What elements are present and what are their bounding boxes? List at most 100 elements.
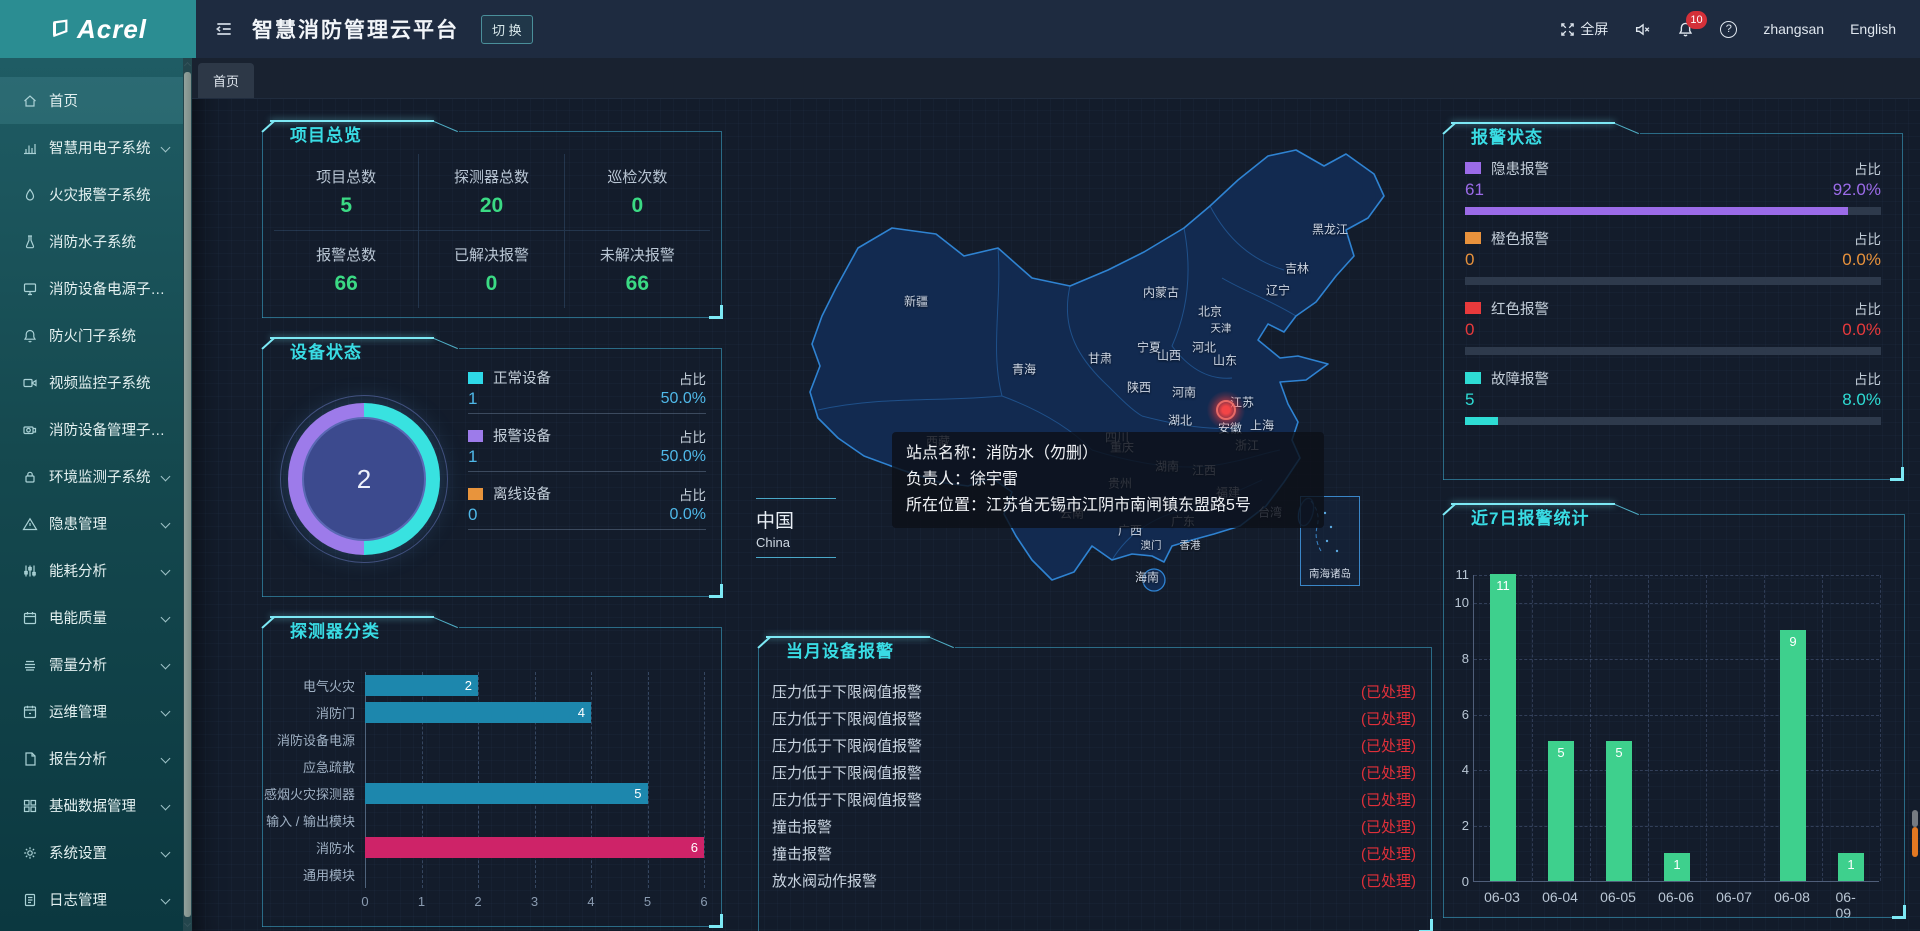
alarm-list-item[interactable]: 撞击报警(已处理) <box>772 813 1416 840</box>
progress-track <box>1465 207 1881 215</box>
panel-frame <box>955 647 1432 648</box>
page-scrollbar-thumb[interactable] <box>1912 810 1918 827</box>
sidebar-item-17[interactable]: 日志管理 <box>0 876 183 923</box>
detector-bar: 6 <box>365 837 704 858</box>
help-button[interactable]: ? <box>1720 21 1737 38</box>
sidebar-item-label: 防火门子系统 <box>49 325 169 346</box>
sidebar-item-13[interactable]: 运维管理 <box>0 688 183 735</box>
sidebar-scrollbar-thumb[interactable] <box>184 72 191 917</box>
notifications-button[interactable]: 10 <box>1677 21 1694 38</box>
detector-bar: 2 <box>365 675 478 696</box>
stat-label: 报警总数 <box>316 244 376 265</box>
ratio-label: 占比 <box>1854 298 1881 318</box>
province-label: 山东 <box>1213 352 1237 369</box>
calendar2-icon <box>22 704 38 720</box>
alarm-status-done: (已处理) <box>1361 735 1416 756</box>
bell-icon <box>22 328 38 344</box>
sea-inset-label: 南海诸岛 <box>1301 566 1359 581</box>
header-main: 智慧消防管理云平台 切 换 全屏 10 ? zhangsan Engli <box>196 0 1920 58</box>
bar-value-label: 1 <box>1673 857 1680 881</box>
panel-frame <box>261 120 275 133</box>
video-icon <box>22 375 38 391</box>
panel-frame <box>1615 504 1639 515</box>
alarm-name: 压力低于下限阀值报警 <box>772 735 922 756</box>
ratio-label: 占比 <box>1854 368 1881 388</box>
sidebar-item-4[interactable]: 消防设备电源子系统 <box>0 265 183 312</box>
sidebar-item-16[interactable]: 系统设置 <box>0 829 183 876</box>
tab-bar: 首页 <box>192 58 1920 99</box>
sidebar-item-8[interactable]: 环境监测子系统 <box>0 453 183 500</box>
gridline <box>1532 575 1533 881</box>
detector-bar: 4 <box>365 702 591 723</box>
sidebar-item-15[interactable]: 基础数据管理 <box>0 782 183 829</box>
sidebar-item-7[interactable]: 消防设备管理子系统 <box>0 406 183 453</box>
alarm-list-item[interactable]: 压力低于下限阀值报警(已处理) <box>772 759 1416 786</box>
legend-value: 0 <box>468 505 477 525</box>
x-tick-label: 6 <box>700 894 707 909</box>
alarm-list-item[interactable]: 压力低于下限阀值报警(已处理) <box>772 705 1416 732</box>
page-scrollbar-marker[interactable] <box>1912 827 1918 857</box>
donut-center-value: 2 <box>302 417 426 541</box>
province-label: 天津 <box>1211 321 1232 336</box>
chevron-down-icon <box>161 895 171 905</box>
mute-button[interactable] <box>1634 21 1651 38</box>
sidebar-item-label: 隐患管理 <box>49 513 158 534</box>
panel-frame <box>459 348 722 349</box>
help-icon: ? <box>1720 21 1737 38</box>
fullscreen-icon <box>1560 22 1575 37</box>
bar-value-label: 6 <box>691 840 704 855</box>
progress-track <box>1465 417 1881 425</box>
status-label: 红色报警 <box>1491 298 1854 319</box>
weekly-bar: 11 <box>1490 574 1516 881</box>
alarm-list-item[interactable]: 压力低于下限阀值报警 (已处理) <box>772 732 1416 759</box>
province-label: 陕西 <box>1127 379 1151 396</box>
sidebar-item-3[interactable]: 消防水子系统 <box>0 218 183 265</box>
tooltip-owner: 负责人：徐宇雷 <box>906 467 1310 493</box>
legend-line: 正常设备占比 <box>468 367 706 388</box>
main-content: 首页 项目总览 项目总数5探测器总数20巡检次数0报警总数66已解决报警0未解决… <box>192 58 1920 931</box>
flask-icon <box>22 234 38 250</box>
brand-logo[interactable]: Acrel <box>0 0 196 58</box>
province-label: 新疆 <box>904 293 928 310</box>
sidebar-item-1[interactable]: 智慧用电子系统 <box>0 124 183 171</box>
alarm-list-item[interactable]: 压力低于下限阀值报警(已处理) <box>772 678 1416 705</box>
tab-home[interactable]: 首页 <box>198 63 254 98</box>
sidebar-item-10[interactable]: 能耗分析 <box>0 547 183 594</box>
panel-frame <box>1902 134 1903 480</box>
collapse-menu-icon[interactable] <box>214 19 234 39</box>
sidebar-item-9[interactable]: 隐患管理 <box>0 500 183 547</box>
gridline <box>704 672 705 888</box>
panel-frame <box>434 121 458 132</box>
panel-title: 探测器分类 <box>290 617 380 642</box>
legend-label: 正常设备 <box>493 367 679 388</box>
alarm-status-done: (已处理) <box>1361 870 1416 891</box>
username[interactable]: zhangsan <box>1763 21 1824 37</box>
switch-button[interactable]: 切 换 <box>481 15 533 44</box>
chart-icon <box>22 140 38 156</box>
sidebar-item-12[interactable]: 需量分析 <box>0 641 183 688</box>
status-swatch <box>1465 232 1481 244</box>
sidebar-item-6[interactable]: 视频监控子系统 <box>0 359 183 406</box>
gridline <box>1880 575 1881 881</box>
site-marker[interactable] <box>1207 391 1245 429</box>
ratio-label: 占比 <box>1854 158 1881 178</box>
sidebar-scrollbar[interactable] <box>183 58 192 931</box>
status-swatch <box>1465 162 1481 174</box>
sidebar-item-5[interactable]: 防火门子系统 <box>0 312 183 359</box>
gridline <box>1474 659 1879 660</box>
panel-frame <box>1443 515 1444 918</box>
sidebar-item-14[interactable]: 报告分析 <box>0 735 183 782</box>
language-switch[interactable]: English <box>1850 21 1896 37</box>
alarm-list-item[interactable]: 放水阀动作报警(已处理) <box>772 867 1416 894</box>
sidebar-item-label: 需量分析 <box>49 654 158 675</box>
sidebar-item-2[interactable]: 火灾报警子系统 <box>0 171 183 218</box>
sidebar-item-label: 首页 <box>49 90 169 111</box>
alarm-list-item[interactable]: 压力低于下限阀值报警(已处理) <box>772 786 1416 813</box>
fullscreen-button[interactable]: 全屏 <box>1560 19 1608 39</box>
sidebar-item-11[interactable]: 电能质量 <box>0 594 183 641</box>
panel-title: 报警状态 <box>1471 123 1543 148</box>
chevron-down-icon <box>161 754 171 764</box>
sidebar-item-0[interactable]: 首页 <box>0 77 183 124</box>
country-label: 中国 China <box>756 498 836 558</box>
alarm-list-item[interactable]: 撞击报警(已处理) <box>772 840 1416 867</box>
